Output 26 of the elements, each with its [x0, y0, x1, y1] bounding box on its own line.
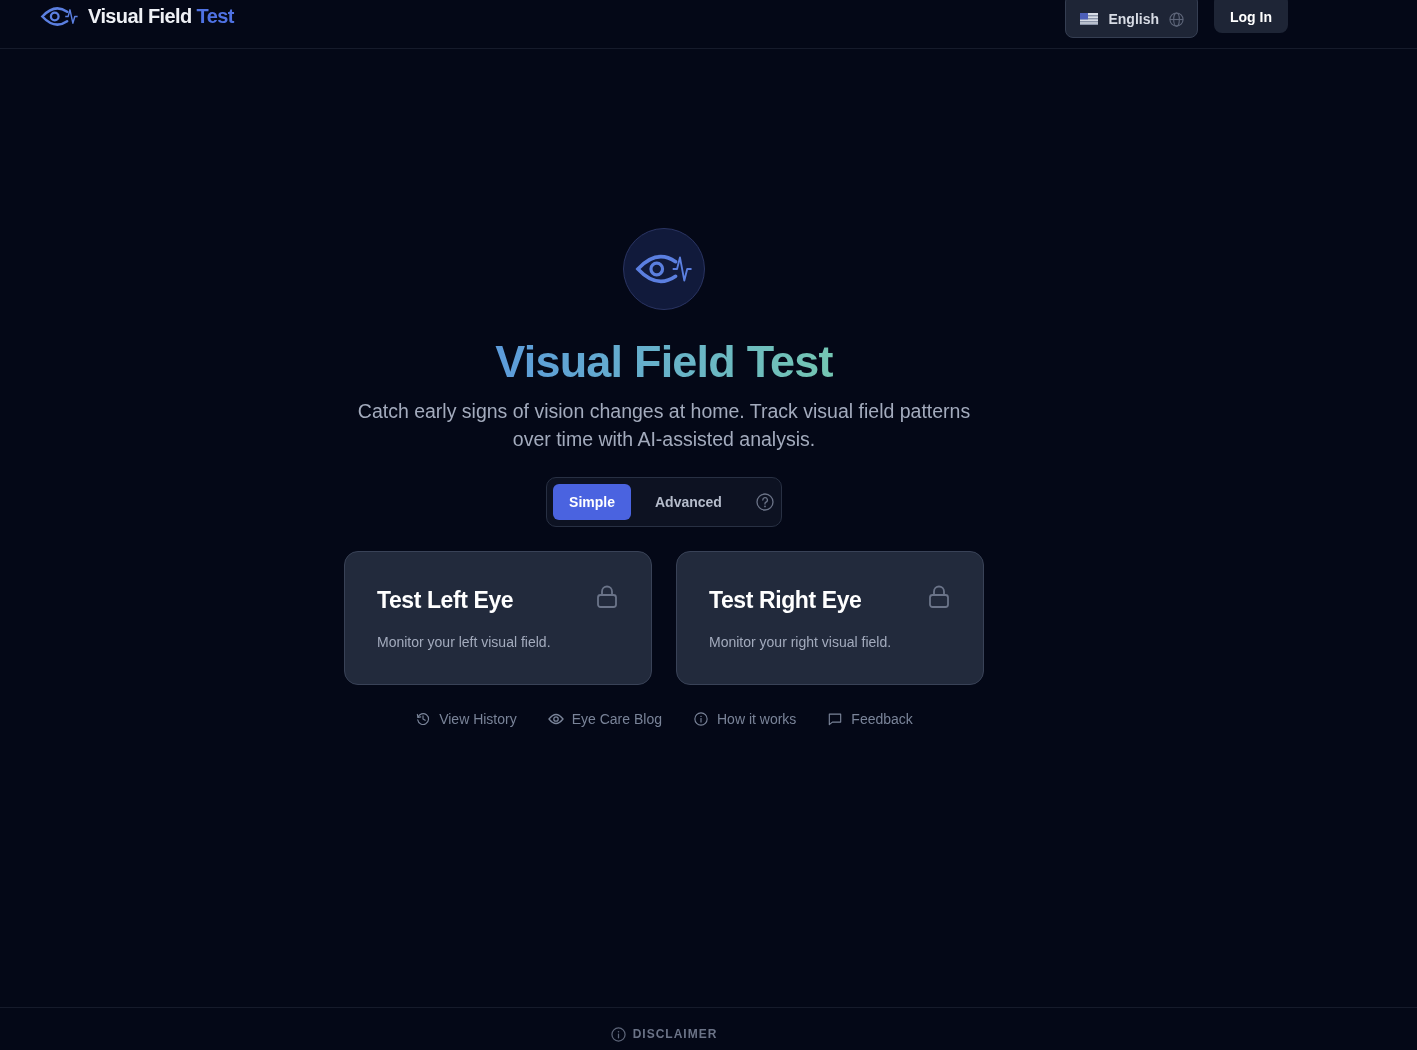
info-icon — [693, 712, 709, 726]
footer-link[interactable]: Eye Care Blog — [547, 709, 662, 729]
footer-link[interactable]: How it works — [693, 709, 797, 729]
site-title[interactable]: Visual Field Test — [88, 4, 234, 28]
hero-subtitle: Catch early signs of vision changes at home. Track visual field patterns over time with AI-assisted analysis. — [356, 399, 972, 452]
test-eye-card[interactable]: Test Right Eye Monitor your right visual field. — [676, 551, 984, 685]
globe-icon — [1169, 11, 1184, 27]
card-description: Monitor your right visual field. — [709, 633, 893, 652]
chat-icon — [827, 712, 844, 726]
footer-link[interactable]: Feedback — [827, 709, 913, 729]
eye-icon — [547, 712, 564, 726]
card-title: Test Right Eye — [709, 586, 862, 614]
flag-icon — [1080, 13, 1099, 25]
footer-link[interactable]: View History — [415, 709, 517, 729]
mode-tab[interactable]: Advanced — [635, 484, 742, 520]
help-icon[interactable] — [755, 493, 774, 511]
card-title: Test Left Eye — [377, 586, 514, 614]
language-button[interactable]: English — [1065, 0, 1198, 38]
disclaimer-heading[interactable]: DISCLAIMER — [632, 1027, 718, 1041]
test-eye-card[interactable]: Test Left Eye Monitor your left visual field. — [344, 551, 652, 685]
mode-tab[interactable]: Simple — [553, 484, 631, 520]
eye-pulse-logo-icon — [40, 5, 79, 27]
card-description: Monitor your left visual field. — [377, 633, 552, 652]
history-icon — [415, 712, 432, 726]
info-icon — [610, 1026, 626, 1042]
login-button[interactable]: Log In — [1214, 0, 1288, 33]
